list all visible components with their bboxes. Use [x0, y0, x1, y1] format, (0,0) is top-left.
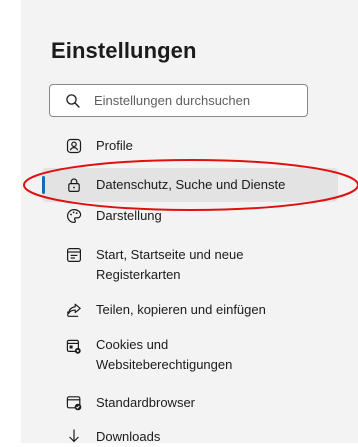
start-page-icon [67, 248, 82, 263]
sidebar-item-label: Darstellung [96, 208, 162, 223]
sidebar-item-cookies[interactable]: Cookies und Websiteberechtigungen [42, 335, 338, 375]
page-title: Einstellungen [51, 38, 197, 63]
sidebar-item-downloads[interactable]: Downloads [42, 427, 338, 447]
share-icon [67, 303, 81, 317]
profile-icon [66, 138, 82, 154]
lock-icon [68, 178, 80, 193]
default-browser-icon [66, 396, 82, 411]
sidebar-item-appearance[interactable]: Darstellung [42, 206, 338, 226]
download-icon [69, 429, 79, 443]
site-permissions-icon [66, 339, 81, 354]
sidebar-item-label: Teilen, kopieren und einfügen [96, 302, 266, 317]
search-box[interactable] [49, 84, 308, 117]
search-input[interactable] [94, 85, 299, 116]
sidebar-item-share[interactable]: Teilen, kopieren und einfügen [42, 300, 338, 320]
sidebar-item-start-page[interactable]: Start, Startseite und neue Registerkarte… [42, 245, 338, 285]
active-indicator [42, 176, 45, 194]
sidebar-item-label: Datenschutz, Suche und Dienste [96, 177, 286, 192]
sidebar-item-label: Standardbrowser [96, 395, 195, 410]
sidebar-item-label: Profile [96, 138, 133, 153]
sidebar-item-label: Downloads [96, 429, 161, 444]
sidebar-item-privacy[interactable]: Datenschutz, Suche und Dienste [42, 168, 338, 202]
sidebar-item-default-browser[interactable]: Standardbrowser [42, 393, 338, 413]
palette-icon [67, 208, 82, 224]
sidebar-item-label: Cookies und Websiteberechtigungen [96, 337, 233, 372]
search-icon [66, 94, 80, 108]
sidebar-item-label: Start, Startseite und neue Registerkarte… [96, 247, 244, 282]
sidebar-item-profile[interactable]: Profile [42, 136, 338, 156]
